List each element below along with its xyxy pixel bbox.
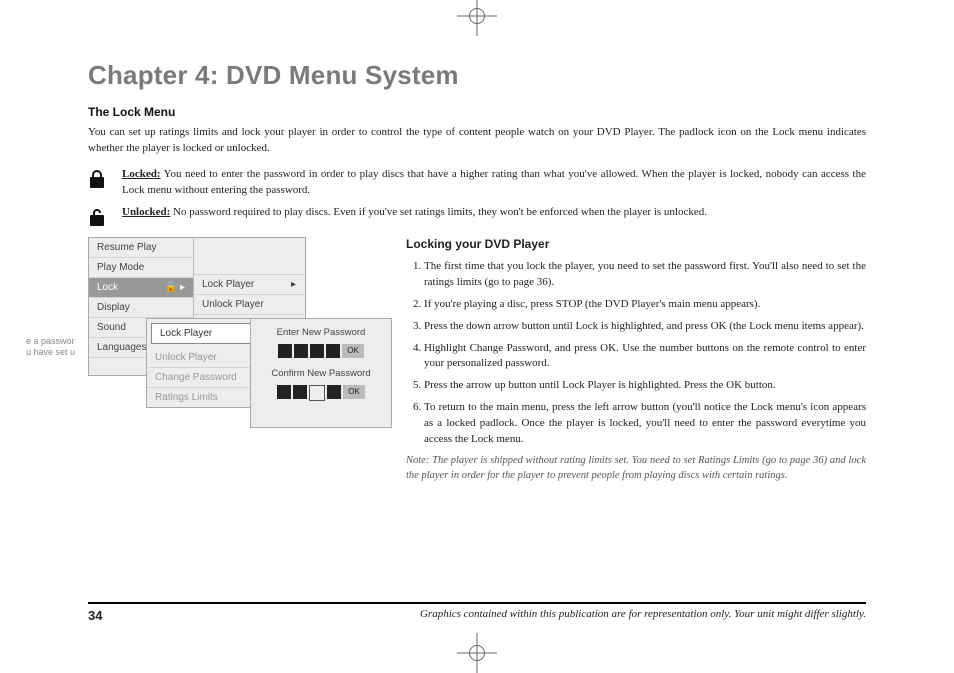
step-item: To return to the main menu, press the le… (424, 400, 866, 448)
two-column-layout: Resume Play Play Mode Lock 🔒 ▸ Display S… (88, 237, 866, 508)
crop-mark-top (457, 0, 497, 36)
locked-description: Locked: You need to enter the password i… (122, 167, 866, 199)
lock-small-icon: 🔒 ▸ (165, 282, 185, 293)
unlocked-row: Unlocked: No password required to play d… (88, 205, 866, 227)
confirm-password-label: Confirm New Password (251, 368, 391, 379)
locked-label: Locked: (122, 168, 161, 180)
ok-button: OK (342, 344, 364, 358)
page: Chapter 4: DVD Menu System The Lock Menu… (0, 0, 954, 669)
ok-button: OK (343, 385, 365, 399)
crop-mark-bottom (457, 633, 497, 673)
page-number: 34 (88, 608, 102, 623)
menu-item-label: Lock (97, 282, 118, 293)
step-item: The first time that you lock the player,… (424, 259, 866, 291)
content-area: Chapter 4: DVD Menu System The Lock Menu… (88, 60, 866, 609)
submenu-item: Change Password (147, 368, 259, 388)
menu-item-selected: Lock 🔒 ▸ (89, 278, 193, 298)
step-item: Highlight Change Password, and press OK.… (424, 341, 866, 373)
section-title: The Lock Menu (88, 105, 866, 119)
submenu-item: Ratings Limits (147, 388, 259, 407)
password-panel: Enter New Password OK Confirm New Passwo… (250, 318, 392, 428)
footer-disclaimer: Graphics contained within this publicati… (420, 608, 866, 623)
intro-paragraph: You can set up ratings limits and lock y… (88, 125, 866, 157)
submenu-panel: Lock Player Unlock Player Change Passwor… (146, 318, 260, 408)
locked-row: Locked: You need to enter the password i… (88, 167, 866, 199)
step-item: Press the arrow up button until Lock Pla… (424, 378, 866, 394)
steps-list: The first time that you lock the player,… (406, 259, 866, 448)
note-text: Note: The player is shipped without rati… (406, 454, 866, 483)
menu-item: Display (89, 298, 193, 318)
unlocked-label: Unlocked: (122, 206, 170, 218)
submenu-item-highlight: Lock Player (151, 323, 255, 344)
cropped-text-fragment: e a passwor u have set u (26, 336, 75, 358)
chapter-title: Chapter 4: DVD Menu System (88, 60, 866, 91)
password-boxes: OK (277, 385, 365, 401)
unlocked-padlock-icon (88, 205, 108, 227)
enter-password-label: Enter New Password (251, 327, 391, 338)
submenu-item: Unlock Player (194, 295, 304, 315)
unlocked-text: No password required to play discs. Even… (170, 206, 707, 218)
instructions-column: Locking your DVD Player The first time t… (406, 237, 866, 508)
step-item: If you're playing a disc, press STOP (th… (424, 297, 866, 313)
subsection-title: Locking your DVD Player (406, 237, 866, 251)
menu-item: Play Mode (89, 258, 193, 278)
menu-item: Resume Play (89, 238, 193, 258)
locked-text: You need to enter the password in order … (122, 168, 866, 196)
locked-padlock-icon (88, 167, 108, 199)
submenu-item: Lock Player▸ (194, 275, 304, 295)
chevron-right-icon: ▸ (291, 279, 296, 290)
step-item: Press the down arrow button until Lock i… (424, 319, 866, 335)
submenu-item: Unlock Player (147, 348, 259, 368)
menu-screenshot-overlay: e a passwor u have set u Lock Player Unl… (86, 318, 386, 508)
figure-column: Resume Play Play Mode Lock 🔒 ▸ Display S… (88, 237, 388, 508)
password-boxes: OK (278, 344, 364, 358)
unlocked-description: Unlocked: No password required to play d… (122, 205, 866, 227)
page-footer: 34 Graphics contained within this public… (88, 602, 866, 623)
